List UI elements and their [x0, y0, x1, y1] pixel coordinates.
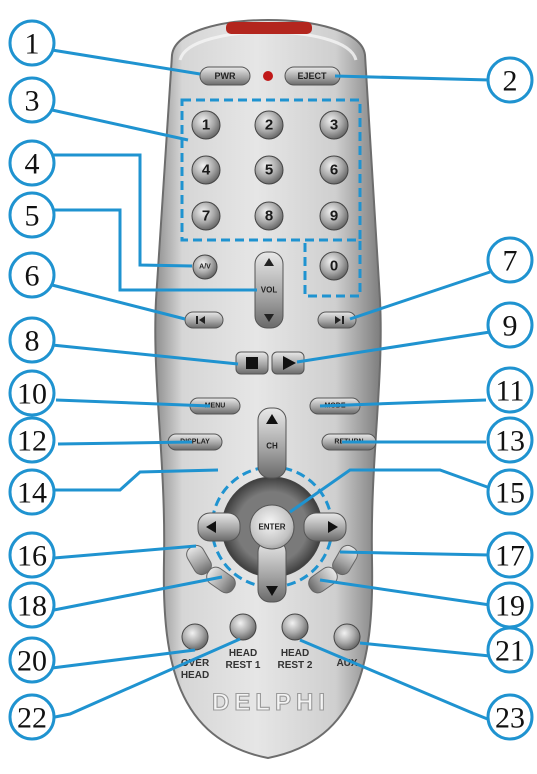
- callout-number: 7: [503, 245, 518, 278]
- callout-marker: 18: [8, 581, 56, 629]
- callout-number: 20: [17, 645, 47, 678]
- keypad-button[interactable]: 0: [319, 251, 349, 281]
- callout-number: 5: [25, 200, 40, 233]
- callout-marker: 21: [486, 626, 534, 674]
- ch-label: CH: [266, 442, 278, 451]
- keypad-button-label: 0: [330, 258, 338, 275]
- callout-number: 9: [503, 310, 518, 343]
- eject-button[interactable]: EJECT: [284, 66, 341, 86]
- callout-number: 12: [17, 425, 47, 458]
- callout-number: 16: [17, 540, 47, 573]
- callout-number: 15: [495, 477, 525, 510]
- brand-logo: DELPHI: [212, 689, 330, 716]
- keypad-button[interactable]: 6: [319, 155, 349, 185]
- callout-marker: 1: [8, 19, 56, 67]
- callout-number: 13: [495, 425, 525, 458]
- callout-marker: 22: [8, 693, 56, 741]
- stop-button[interactable]: [235, 351, 269, 375]
- remote-diagram: PWR EJECT 1 2 34 5 67 8 90 A/V VOL MENU …: [8, 18, 534, 760]
- callout-marker: 10: [8, 369, 56, 417]
- keypad-button[interactable]: 2: [254, 110, 284, 140]
- eject-label: EJECT: [297, 71, 327, 81]
- overhead-label-2: HEAD: [181, 670, 209, 681]
- callout-number: 18: [17, 590, 47, 623]
- callout-number: 14: [17, 477, 47, 510]
- callout-number: 3: [25, 85, 40, 118]
- callout-number: 23: [495, 702, 525, 735]
- pwr-button[interactable]: PWR: [199, 66, 251, 86]
- callout-marker: 12: [8, 416, 56, 464]
- keypad-button-label: 8: [265, 208, 273, 225]
- keypad-button[interactable]: 9: [319, 201, 349, 231]
- callout-marker: 5: [8, 191, 56, 239]
- keypad-button-label: 4: [202, 162, 211, 179]
- keypad-button-label: 9: [330, 208, 338, 225]
- headrest1-label-1: HEAD: [229, 648, 257, 659]
- callout-marker: 6: [8, 251, 56, 299]
- callout-number: 19: [495, 590, 525, 623]
- callout-marker: 15: [486, 468, 534, 516]
- keypad-button[interactable]: 4: [191, 155, 221, 185]
- pwr-label: PWR: [215, 71, 236, 81]
- next-button[interactable]: [317, 311, 357, 329]
- callout-number: 17: [495, 540, 525, 573]
- headrest2-label-2: REST 2: [277, 660, 312, 671]
- prev-button[interactable]: [184, 311, 224, 329]
- callout-marker: 14: [8, 468, 56, 516]
- keypad-button-label: 5: [265, 162, 273, 179]
- ch-up-button[interactable]: CH: [257, 407, 287, 479]
- callout-marker: 13: [486, 416, 534, 464]
- callout-marker: 23: [486, 693, 534, 741]
- headrest2-label-1: HEAD: [281, 648, 309, 659]
- callout-marker: 3: [8, 76, 56, 124]
- av-label: A/V: [199, 264, 211, 271]
- callout-number: 1: [25, 28, 40, 61]
- stop-icon: [246, 357, 258, 369]
- keypad-button[interactable]: 7: [191, 201, 221, 231]
- callout-marker: 8: [8, 316, 56, 364]
- callout-number: 21: [495, 635, 525, 668]
- callout-number: 4: [25, 148, 40, 181]
- led-indicator: [263, 71, 273, 81]
- callout-number: 2: [503, 65, 518, 98]
- callout-number: 22: [17, 702, 47, 735]
- keypad-button[interactable]: 1: [191, 110, 221, 140]
- left-button[interactable]: [197, 512, 241, 542]
- callout-marker: 7: [486, 236, 534, 284]
- right-button[interactable]: [303, 512, 347, 542]
- prev-bar-icon: [196, 316, 198, 324]
- vol-label: VOL: [261, 286, 278, 295]
- callout-marker: 11: [486, 366, 534, 414]
- keypad-button[interactable]: 3: [319, 110, 349, 140]
- callout-number: 10: [17, 378, 47, 411]
- callout-marker: 20: [8, 636, 56, 684]
- keypad-button-label: 7: [202, 208, 210, 225]
- callout-line: [57, 440, 193, 446]
- keypad-button-label: 1: [202, 117, 210, 134]
- callout-marker: 17: [486, 531, 534, 579]
- callout-marker: 2: [486, 56, 534, 104]
- callout-marker: 19: [486, 581, 534, 629]
- enter-button[interactable]: ENTER: [249, 504, 295, 550]
- keypad-button-label: 3: [330, 117, 338, 134]
- headrest1-label-2: REST 1: [225, 660, 260, 671]
- keypad-button-label: 2: [265, 117, 273, 134]
- callout-marker: 16: [8, 531, 56, 579]
- keypad-button[interactable]: 8: [254, 201, 284, 231]
- keypad-button[interactable]: 5: [254, 155, 284, 185]
- callout-line: [359, 641, 491, 658]
- callout-number: 8: [25, 325, 40, 358]
- next-bar-icon: [342, 316, 344, 324]
- keypad-button-label: 6: [330, 162, 338, 179]
- ir-window: [226, 22, 312, 34]
- vol-rocker[interactable]: VOL: [254, 251, 284, 329]
- callout-marker: 9: [486, 301, 534, 349]
- av-button[interactable]: A/V: [192, 254, 218, 280]
- callout-number: 6: [25, 260, 40, 293]
- enter-label: ENTER: [258, 523, 285, 532]
- callout-number: 11: [496, 375, 525, 408]
- callout-marker: 4: [8, 139, 56, 187]
